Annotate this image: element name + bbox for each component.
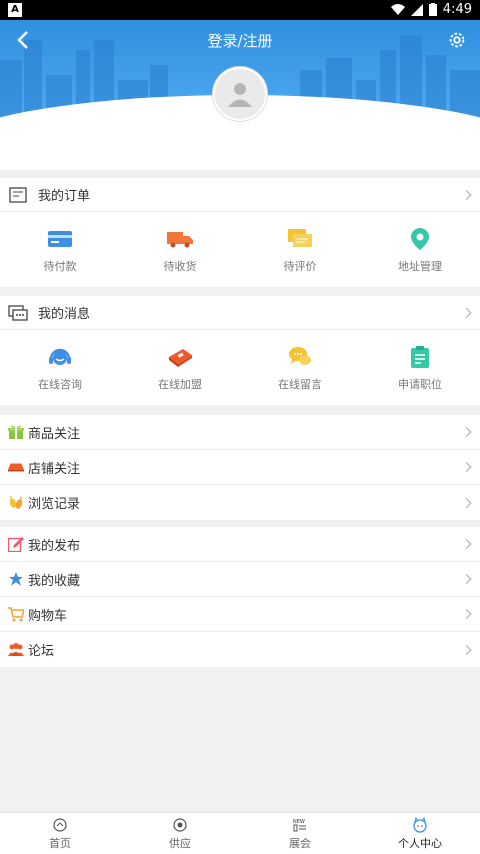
star-icon [8, 571, 24, 587]
comment-icon [287, 226, 313, 252]
login-register-title[interactable]: 登录/注册 [0, 30, 480, 51]
pending-review-item[interactable]: 待评价 [240, 212, 360, 287]
notification-icon: A [8, 3, 22, 17]
tab-home-label: 首页 [49, 836, 71, 850]
my-favorites-label: 我的收藏 [28, 573, 81, 589]
card-icon [47, 226, 73, 252]
people-icon [8, 642, 24, 658]
online-message-item[interactable]: 在线留言 [240, 330, 360, 405]
online-franchise-label: 在线加盟 [158, 377, 202, 391]
pending-payment-item[interactable]: 待付款 [0, 212, 120, 287]
profile-header: 登录/注册 [0, 20, 480, 170]
truck-icon [167, 226, 193, 252]
shopping-cart-label: 购物车 [28, 608, 68, 624]
forum-label: 论坛 [28, 644, 55, 659]
clock: 4:49 [442, 2, 472, 17]
pending-payment-label: 待付款 [43, 259, 77, 273]
user-center-icon [412, 816, 428, 833]
chevron-right-icon [461, 307, 472, 318]
online-consult-item[interactable]: 在线咨询 [0, 330, 120, 405]
browse-history-row[interactable]: 浏览记录 [0, 485, 480, 520]
tab-exhibition-label: 展会 [289, 836, 311, 850]
online-franchise-item[interactable]: 在线加盟 [120, 330, 240, 405]
chevron-right-icon [461, 609, 472, 619]
tab-supply[interactable]: 供应 [120, 813, 240, 854]
pending-receipt-item[interactable]: 待收货 [120, 212, 240, 287]
address-management-label: 地址管理 [398, 259, 442, 273]
my-posts-label: 我的发布 [28, 538, 81, 554]
new-badge-icon: NEW [292, 817, 308, 833]
svg-text:NEW: NEW [293, 819, 305, 825]
home-icon [52, 817, 68, 833]
chevron-right-icon [461, 644, 472, 655]
apply-position-item[interactable]: 申请职位 [360, 330, 480, 405]
book-icon [167, 344, 193, 370]
product-follow-label: 商品关注 [28, 426, 81, 442]
shopping-cart-row[interactable]: 购物车 [0, 597, 480, 632]
chevron-right-icon [461, 539, 472, 549]
battery-icon [428, 3, 437, 16]
chevron-right-icon [461, 427, 472, 437]
chat-bubbles-icon [287, 344, 313, 370]
edit-icon [8, 536, 24, 552]
online-message-label: 在线留言 [278, 377, 322, 391]
store-icon [8, 459, 24, 475]
chevron-right-icon [461, 574, 472, 584]
headset-icon [47, 344, 73, 370]
bottom-tab-bar: 首页 供应 NEW 展会 个人中心 [0, 812, 480, 854]
user-placeholder-icon [228, 83, 252, 107]
tab-supply-label: 供应 [169, 836, 191, 850]
pending-receipt-label: 待收货 [163, 259, 197, 273]
orders-section: 我的订单 待付款 待收货 待评价 地址管理 [0, 178, 480, 287]
cart-icon [8, 606, 24, 622]
orders-header[interactable]: 我的订单 [0, 178, 480, 212]
avatar[interactable] [213, 67, 267, 121]
orders-grid: 待付款 待收货 待评价 地址管理 [0, 212, 480, 287]
personal-list-section: 我的发布 我的收藏 购物车 论坛 [0, 527, 480, 667]
status-bar: A 4:49 [0, 0, 480, 20]
follow-list-section: 商品关注 店铺关注 浏览记录 [0, 415, 480, 520]
settings-gear-icon[interactable] [446, 29, 468, 51]
address-management-item[interactable]: 地址管理 [360, 212, 480, 287]
orders-title: 我的订单 [38, 189, 91, 204]
browse-history-label: 浏览记录 [28, 497, 81, 512]
messages-section: 我的消息 在线咨询 在线加盟 在线留言 申请职位 [0, 296, 480, 405]
my-posts-row[interactable]: 我的发布 [0, 527, 480, 562]
chevron-right-icon [461, 462, 472, 472]
clipboard-icon [407, 344, 433, 370]
online-consult-label: 在线咨询 [38, 377, 82, 391]
tab-home[interactable]: 首页 [0, 813, 120, 854]
tab-exhibition[interactable]: NEW 展会 [240, 813, 360, 854]
message-box-icon [8, 303, 28, 323]
back-arrow-icon[interactable] [12, 28, 36, 52]
forum-row[interactable]: 论坛 [0, 632, 480, 667]
apply-position-label: 申请职位 [398, 377, 442, 391]
messages-grid: 在线咨询 在线加盟 在线留言 申请职位 [0, 330, 480, 405]
gift-icon [8, 424, 24, 440]
store-follow-row[interactable]: 店铺关注 [0, 450, 480, 485]
chevron-right-icon [461, 189, 472, 200]
store-follow-label: 店铺关注 [28, 461, 81, 477]
my-favorites-row[interactable]: 我的收藏 [0, 562, 480, 597]
order-list-icon [8, 185, 28, 205]
location-pin-icon [407, 226, 433, 252]
chevron-right-icon [461, 497, 472, 508]
pending-review-label: 待评价 [283, 259, 317, 273]
footprint-icon [8, 495, 24, 511]
wifi-icon [390, 3, 405, 15]
messages-header[interactable]: 我的消息 [0, 296, 480, 330]
product-follow-row[interactable]: 商品关注 [0, 415, 480, 450]
tab-user-center[interactable]: 个人中心 [360, 813, 480, 854]
signal-icon [410, 3, 423, 16]
supply-icon [172, 817, 188, 833]
tab-user-center-label: 个人中心 [398, 836, 442, 850]
messages-title: 我的消息 [38, 307, 91, 322]
